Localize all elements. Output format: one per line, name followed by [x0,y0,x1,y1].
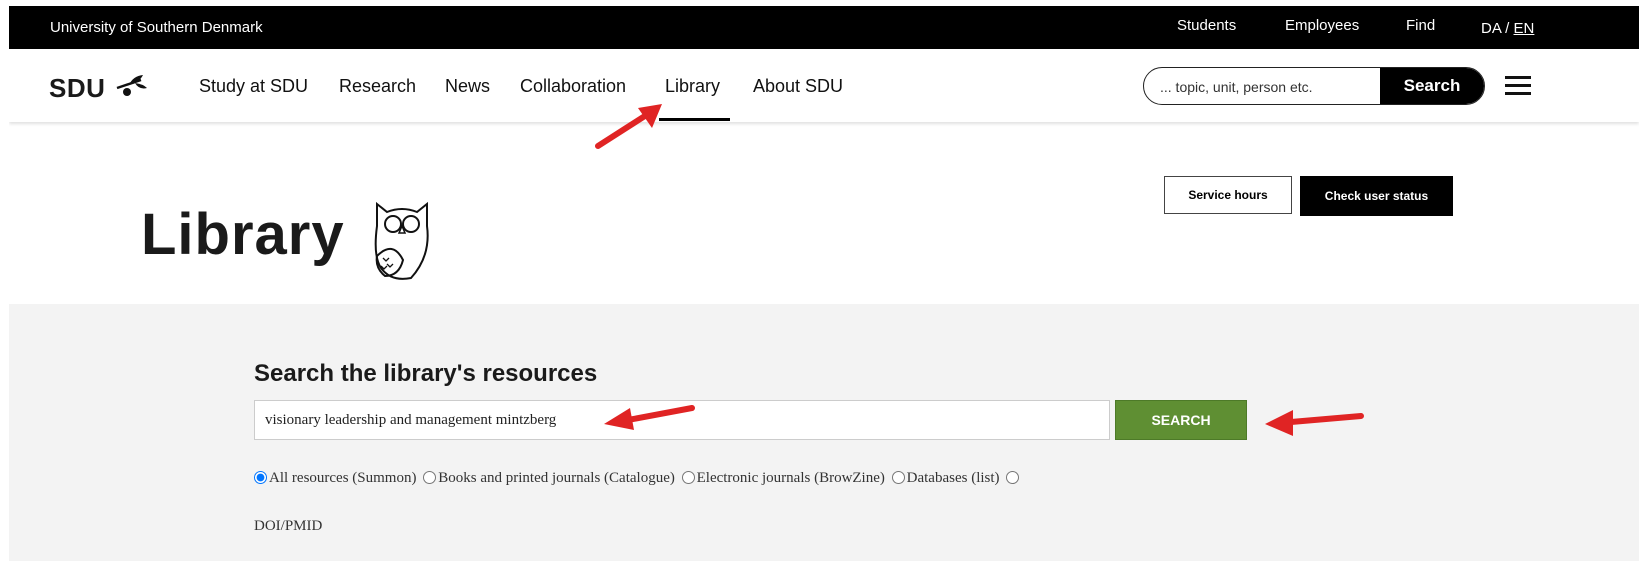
menu-icon[interactable] [1505,76,1531,100]
nav-news[interactable]: News [445,76,490,97]
nav-research[interactable]: Research [339,76,416,97]
page-frame: University of Southern Denmark Students … [9,6,1639,561]
site-search-input[interactable] [1158,68,1382,104]
library-search-input[interactable] [254,400,1110,440]
site-search-button[interactable]: Search [1380,68,1484,104]
students-link[interactable]: Students [1177,17,1236,34]
lang-en-link[interactable]: EN [1514,20,1535,37]
owl-icon [374,201,429,280]
radio-doi[interactable] [1006,471,1020,484]
nav-about[interactable]: About SDU [753,76,843,97]
library-search-button[interactable]: SEARCH [1115,400,1247,440]
resource-options: All resources (Summon) Books and printed… [254,470,1021,487]
page-title: Library [141,202,345,267]
active-nav-indicator [659,118,730,121]
radio-label-ejournals[interactable]: Electronic journals (BrowZine) [697,470,885,486]
leaf-logo-icon [116,75,147,96]
lang-separator: / [1501,20,1514,37]
radio-label-all-resources[interactable]: All resources (Summon) [269,470,416,486]
radio-all-resources[interactable] [254,471,267,484]
radio-databases[interactable] [891,471,905,484]
site-search: Search [1143,67,1485,105]
nav-collaboration[interactable]: Collaboration [520,76,626,97]
library-search-panel: Search the library's resources SEARCH Al… [9,304,1639,561]
check-user-status-button[interactable]: Check user status [1300,176,1453,216]
university-link[interactable]: University of Southern Denmark [50,19,263,36]
radio-ejournals[interactable] [681,471,695,484]
top-bar: University of Southern Denmark Students … [9,6,1639,49]
lang-da-link[interactable]: DA [1481,20,1501,37]
find-link[interactable]: Find [1406,17,1435,34]
service-hours-button[interactable]: Service hours [1164,176,1292,214]
radio-label-books[interactable]: Books and printed journals (Catalogue) [438,470,675,486]
radio-label-doi[interactable]: DOI/PMID [254,518,322,535]
nav-study[interactable]: Study at SDU [199,76,308,97]
sdu-logo[interactable]: SDU [49,73,105,104]
main-nav: SDU Study at SDU Research News Collabora… [9,49,1639,122]
library-search-title: Search the library's resources [254,360,598,387]
language-switcher: DA / EN [1481,20,1534,37]
employees-link[interactable]: Employees [1285,17,1359,34]
radio-books[interactable] [423,471,437,484]
radio-label-databases[interactable]: Databases (list) [907,470,1000,486]
nav-library[interactable]: Library [665,76,720,97]
